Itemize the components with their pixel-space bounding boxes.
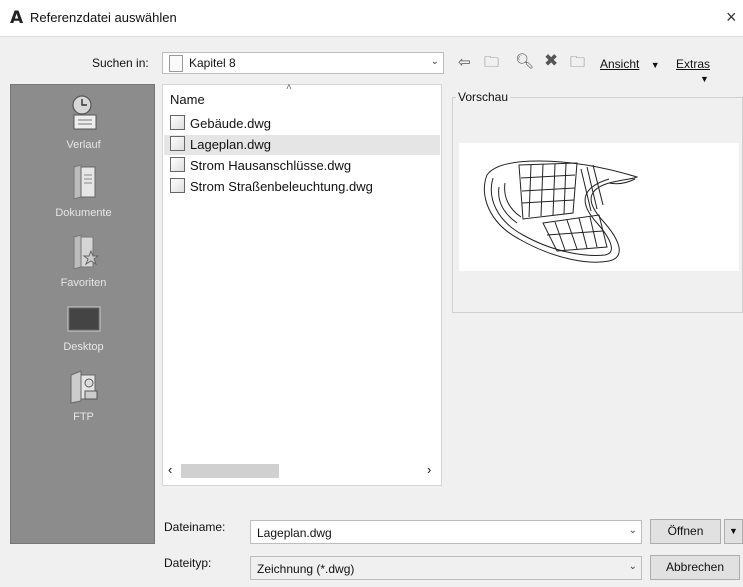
dwg-file-icon: [170, 157, 185, 172]
history-icon: [71, 95, 96, 130]
place-documents[interactable]: Dokumente: [11, 163, 156, 219]
chevron-down-icon[interactable]: ⌄: [629, 525, 637, 536]
cancel-button[interactable]: Abbrechen: [650, 555, 740, 580]
sort-ascending-icon: ˄: [286, 82, 292, 93]
cancel-button-label: Abbrechen: [665, 560, 725, 574]
look-in-dropdown[interactable]: Kapitel 8 ⌄: [162, 52, 444, 74]
autocad-app-icon: A: [10, 8, 24, 28]
file-name-input[interactable]: Lageplan.dwg ⌄: [250, 520, 642, 544]
look-in-value: Kapitel 8: [189, 56, 236, 70]
up-folder-icon[interactable]: 🗀: [484, 52, 499, 77]
desktop-icon: [67, 306, 100, 332]
search-web-icon[interactable]: 🔍︎: [515, 52, 534, 70]
file-item-selected[interactable]: Lageplan.dwg: [164, 135, 440, 155]
view-dropdown-arrow-icon: ▼: [650, 60, 660, 70]
dwg-file-icon: [170, 136, 185, 151]
favorites-icon: [73, 234, 99, 270]
file-name: Gebäude.dwg: [190, 116, 271, 131]
view-menu[interactable]: Ansicht ▼: [600, 57, 660, 71]
place-desktop[interactable]: Desktop: [11, 303, 156, 353]
horizontal-scrollbar[interactable]: ‹ ›: [163, 460, 441, 482]
site-plan-preview-image: [483, 160, 639, 263]
file-type-label: Dateityp:: [164, 556, 212, 570]
tools-menu-label: Extras: [676, 57, 711, 71]
back-icon[interactable]: ⇦: [458, 53, 471, 71]
file-type-value: Zeichnung (*.dwg): [257, 562, 355, 576]
chevron-down-icon: ⌄: [628, 561, 637, 572]
column-header-name[interactable]: Name: [170, 92, 205, 107]
dwg-file-icon: [170, 115, 185, 130]
new-folder-icon[interactable]: 🗀: [570, 52, 585, 77]
scroll-right-icon[interactable]: ›: [427, 462, 431, 477]
place-label: Desktop: [63, 341, 104, 353]
file-name-value: Lageplan.dwg: [257, 526, 332, 540]
file-type-dropdown[interactable]: Zeichnung (*.dwg) ⌄: [250, 556, 642, 580]
file-name: Strom Straßenbeleuchtung.dwg: [190, 179, 373, 194]
place-history[interactable]: Verlauf: [11, 93, 156, 151]
place-favorites[interactable]: Favoriten: [11, 233, 156, 289]
ftp-icon: [70, 370, 97, 404]
place-label: Verlauf: [66, 139, 101, 151]
dialog-title: Referenzdatei auswählen: [30, 10, 177, 25]
chevron-down-icon: ⌄: [430, 56, 439, 67]
preview-label: Vorschau: [456, 90, 511, 104]
place-label: Dokumente: [55, 207, 112, 219]
folder-icon: [169, 55, 189, 72]
file-item[interactable]: Gebäude.dwg: [170, 114, 440, 134]
file-name-label: Dateiname:: [164, 520, 226, 534]
delete-icon[interactable]: ✖: [544, 51, 558, 71]
open-options-dropdown[interactable]: ▼: [724, 519, 743, 544]
file-item[interactable]: Strom Straßenbeleuchtung.dwg: [170, 177, 440, 197]
dropdown-arrow-icon: ▼: [729, 526, 738, 536]
documents-icon: [73, 164, 95, 200]
place-label: Favoriten: [60, 277, 107, 289]
view-menu-label: Ansicht: [600, 57, 640, 71]
scroll-left-icon[interactable]: ‹: [168, 462, 172, 477]
close-button[interactable]: ×: [726, 7, 737, 28]
places-bar: Verlauf Dokumente Favoriten Desktop FTP: [10, 84, 155, 544]
drawing-preview: [459, 143, 739, 271]
tools-menu[interactable]: Extras ▼: [676, 57, 743, 85]
scrollbar-thumb[interactable]: [181, 464, 279, 478]
file-item[interactable]: Strom Hausanschlüsse.dwg: [170, 156, 440, 176]
open-button-label: Öffnen: [667, 524, 704, 538]
file-name: Lageplan.dwg: [190, 137, 271, 152]
look-in-label: Suchen in:: [92, 56, 149, 70]
file-name: Strom Hausanschlüsse.dwg: [190, 158, 352, 173]
tools-dropdown-arrow-icon: ▼: [700, 74, 709, 84]
dwg-file-icon: [170, 178, 185, 193]
place-ftp[interactable]: FTP: [11, 369, 156, 423]
place-label: FTP: [73, 411, 94, 423]
open-button[interactable]: Öffnen: [650, 519, 721, 544]
